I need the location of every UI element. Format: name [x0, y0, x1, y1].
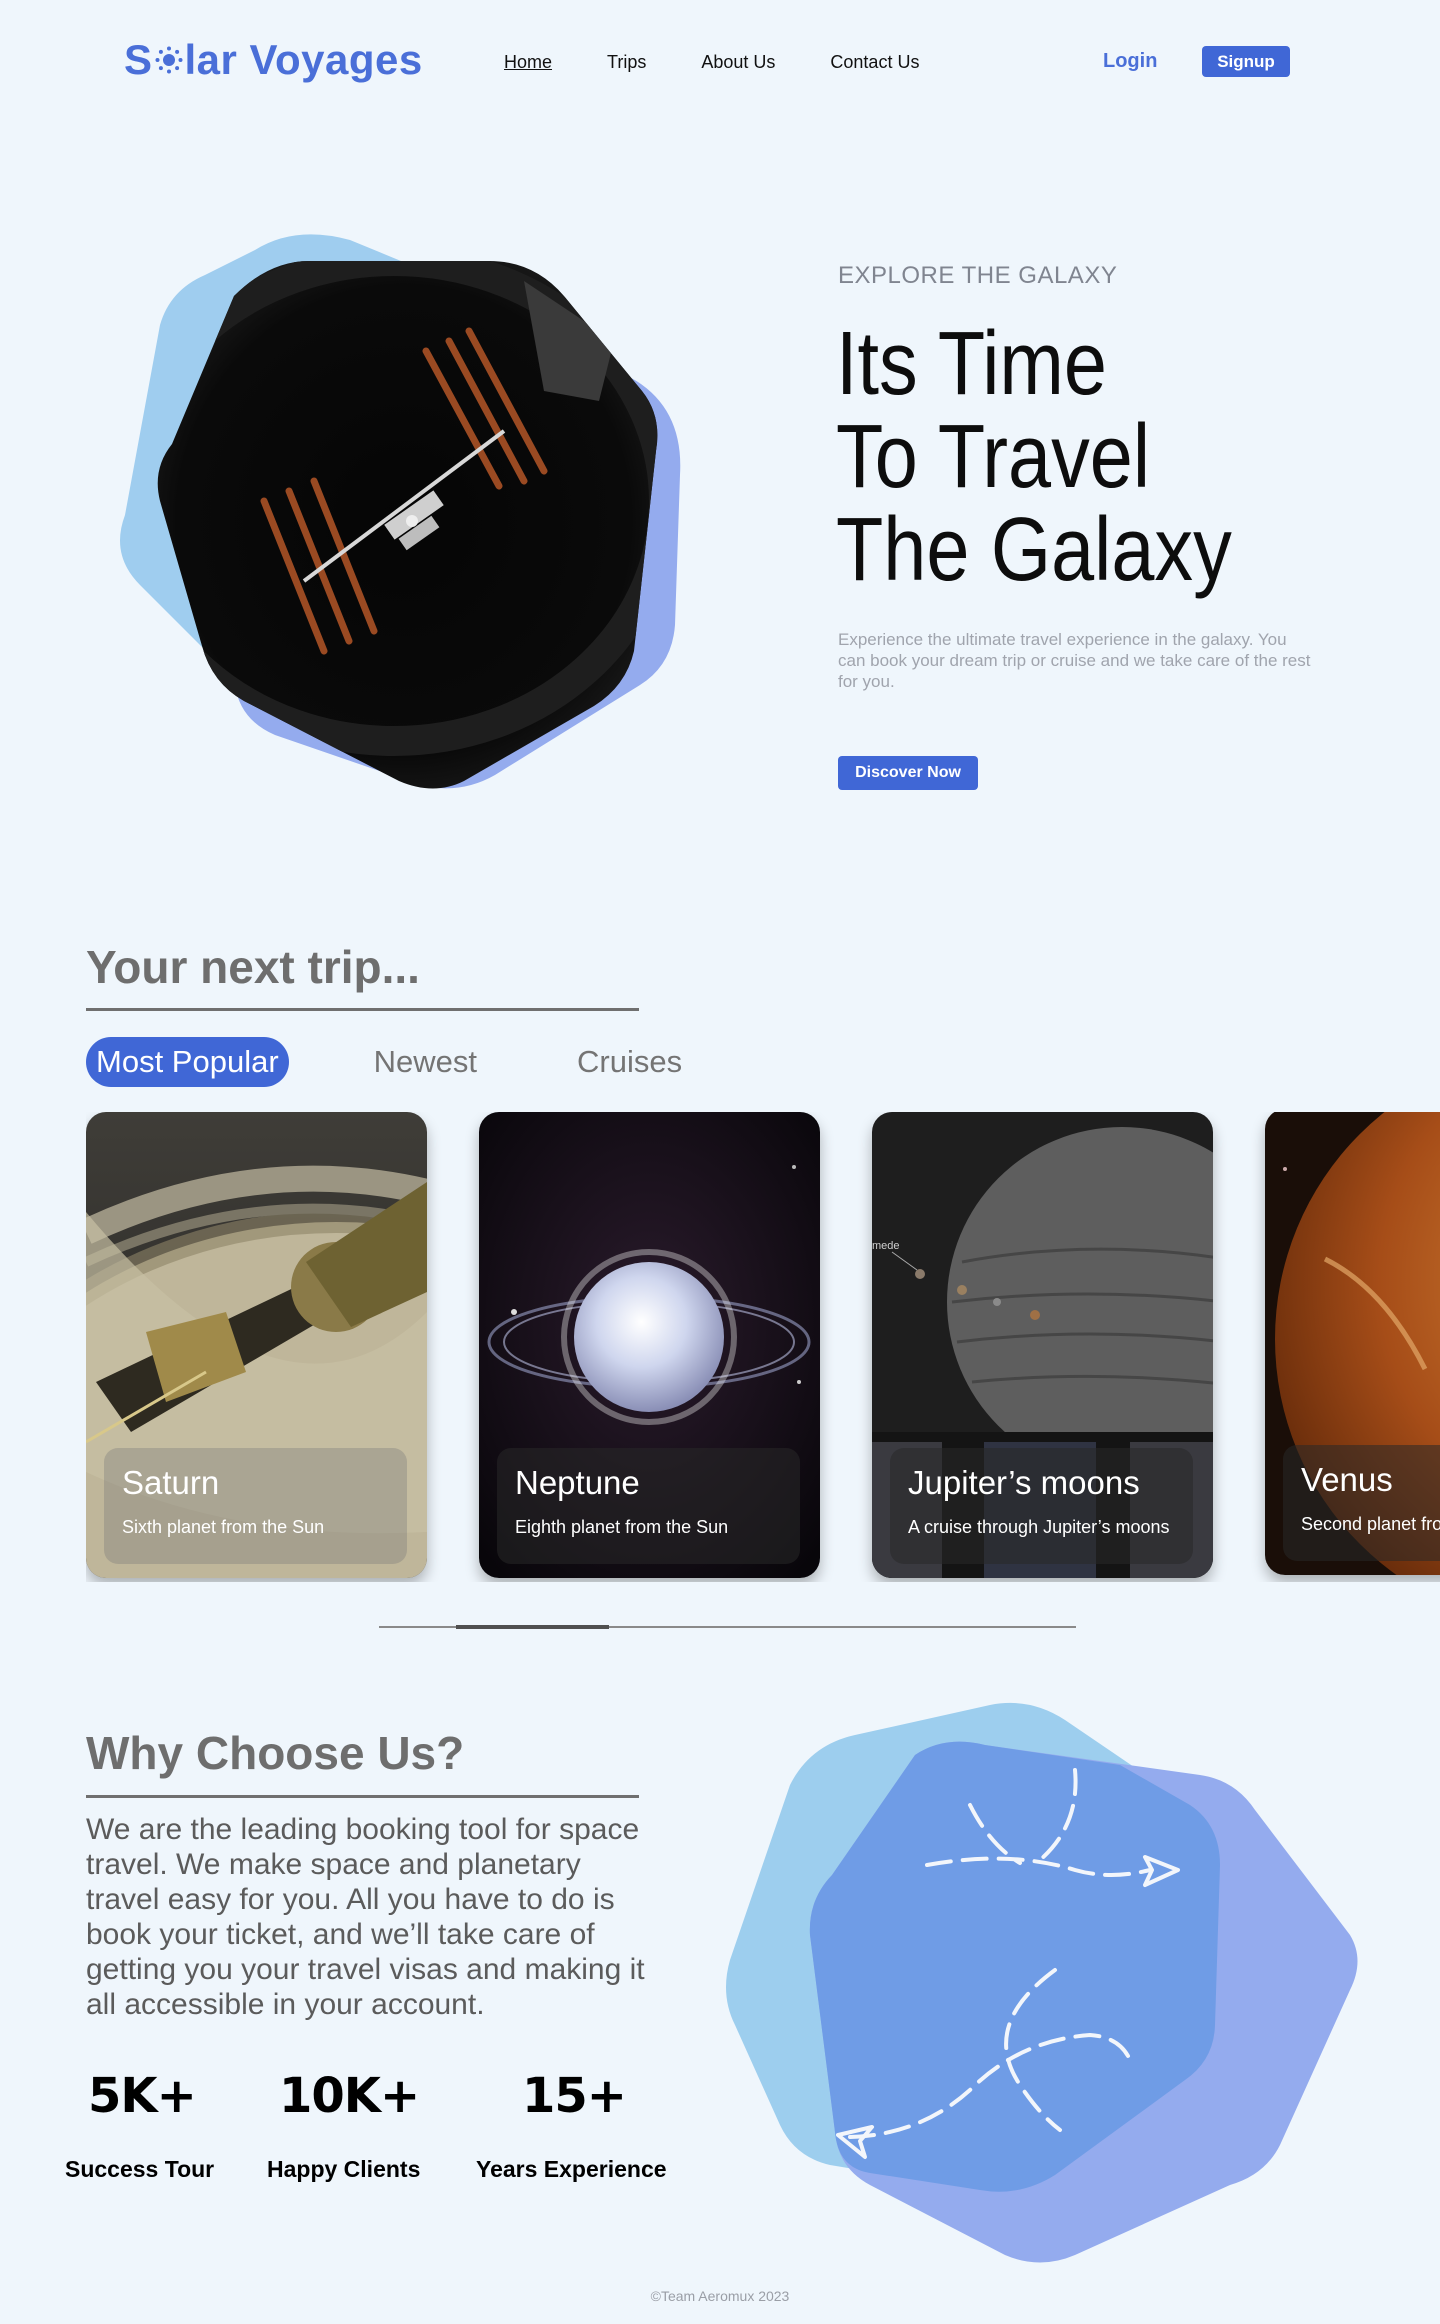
sun-icon — [154, 45, 184, 75]
stat-label: Happy Clients — [267, 2156, 421, 2182]
carousel-scrollbar-thumb[interactable] — [455, 1625, 609, 1629]
tab-cruises[interactable]: Cruises — [567, 1037, 692, 1087]
hero-title-line: Its Time — [836, 314, 1107, 414]
card-description: A cruise through Jupiter’s moons — [908, 1517, 1170, 1537]
card-description: Sixth planet from the Sun — [122, 1517, 325, 1537]
card-title: Neptune — [515, 1464, 640, 1501]
travel-route-illustration — [720, 1695, 1360, 2265]
stat-value: 5K+ — [88, 2068, 197, 2124]
stat-label: Years Experience — [476, 2156, 667, 2182]
nav-about-us[interactable]: About Us — [701, 52, 775, 73]
hero-description: Experience the ultimate travel experienc… — [838, 630, 1311, 691]
brand-name-prefix: S — [124, 36, 153, 83]
card-description: Second planet from the Sun — [1301, 1514, 1440, 1534]
trips-heading: Your next trip... — [86, 941, 420, 993]
trip-card-jupiters-moons[interactable]: mede Jupiter’s moons A cruise through Ju… — [872, 1112, 1213, 1578]
jupiter-moon-label: mede — [872, 1240, 900, 1252]
trip-cards-carousel: Saturn Sixth planet from the Sun Neptune… — [86, 1112, 1440, 1582]
nav-home[interactable]: Home — [504, 52, 552, 73]
stat-value: 15+ — [522, 2068, 627, 2124]
card-title: Venus — [1301, 1461, 1393, 1498]
login-link[interactable]: Login — [1103, 50, 1157, 73]
card-title: Jupiter’s moons — [908, 1464, 1140, 1501]
card-description: Eighth planet from the Sun — [515, 1517, 729, 1537]
trips-heading-divider — [86, 1008, 639, 1011]
card-caption: Neptune Eighth planet from the Sun — [497, 1448, 800, 1564]
main-nav: Home Trips About Us Contact Us — [504, 52, 919, 73]
trip-card-neptune[interactable]: Neptune Eighth planet from the Sun — [479, 1112, 820, 1578]
stat-label: Success Tour — [65, 2156, 215, 2182]
tab-most-popular[interactable]: Most Popular — [86, 1037, 289, 1087]
why-heading-divider — [86, 1795, 639, 1798]
why-description: We are the leading booking tool for spac… — [86, 1813, 645, 2021]
stat-value: 10K+ — [279, 2068, 420, 2124]
hero-title-line: The Galaxy — [836, 500, 1232, 600]
card-title: Saturn — [122, 1464, 220, 1501]
trip-filter-tabs: Most Popular Newest Cruises — [86, 1037, 692, 1087]
brand-name-suffix: lar Voyages — [184, 36, 423, 83]
hero-title: Its Time To Travel The Galaxy — [836, 318, 1318, 597]
hero-eyebrow: EXPLORE THE GALAXY — [838, 262, 1118, 289]
tab-newest[interactable]: Newest — [364, 1037, 487, 1087]
signup-button[interactable]: Signup — [1202, 46, 1290, 77]
card-caption: Jupiter’s moons A cruise through Jupiter… — [890, 1448, 1193, 1564]
trip-card-saturn[interactable]: Saturn Sixth planet from the Sun — [86, 1112, 427, 1578]
why-heading: Why Choose Us? — [86, 1727, 465, 1779]
nav-contact-us[interactable]: Contact Us — [830, 52, 919, 73]
hero-image-space-station — [100, 215, 700, 795]
site-header: S lar Voyages Home Trips About Us Contac… — [0, 0, 1440, 125]
footer-copyright: ©Team Aeromux 2023 — [650, 2288, 790, 2304]
nav-trips[interactable]: Trips — [607, 52, 646, 73]
brand-logo[interactable]: S lar Voyages — [124, 36, 423, 84]
trip-card-venus[interactable]: Venus Second planet from the Sun — [1265, 1112, 1440, 1575]
nav-home-label: Home — [504, 52, 553, 72]
card-caption: Saturn Sixth planet from the Sun — [104, 1448, 407, 1564]
card-caption: Venus Second planet from the Sun — [1283, 1445, 1440, 1561]
discover-now-button[interactable]: Discover Now — [838, 756, 978, 790]
hero-title-line: To Travel — [836, 407, 1151, 507]
